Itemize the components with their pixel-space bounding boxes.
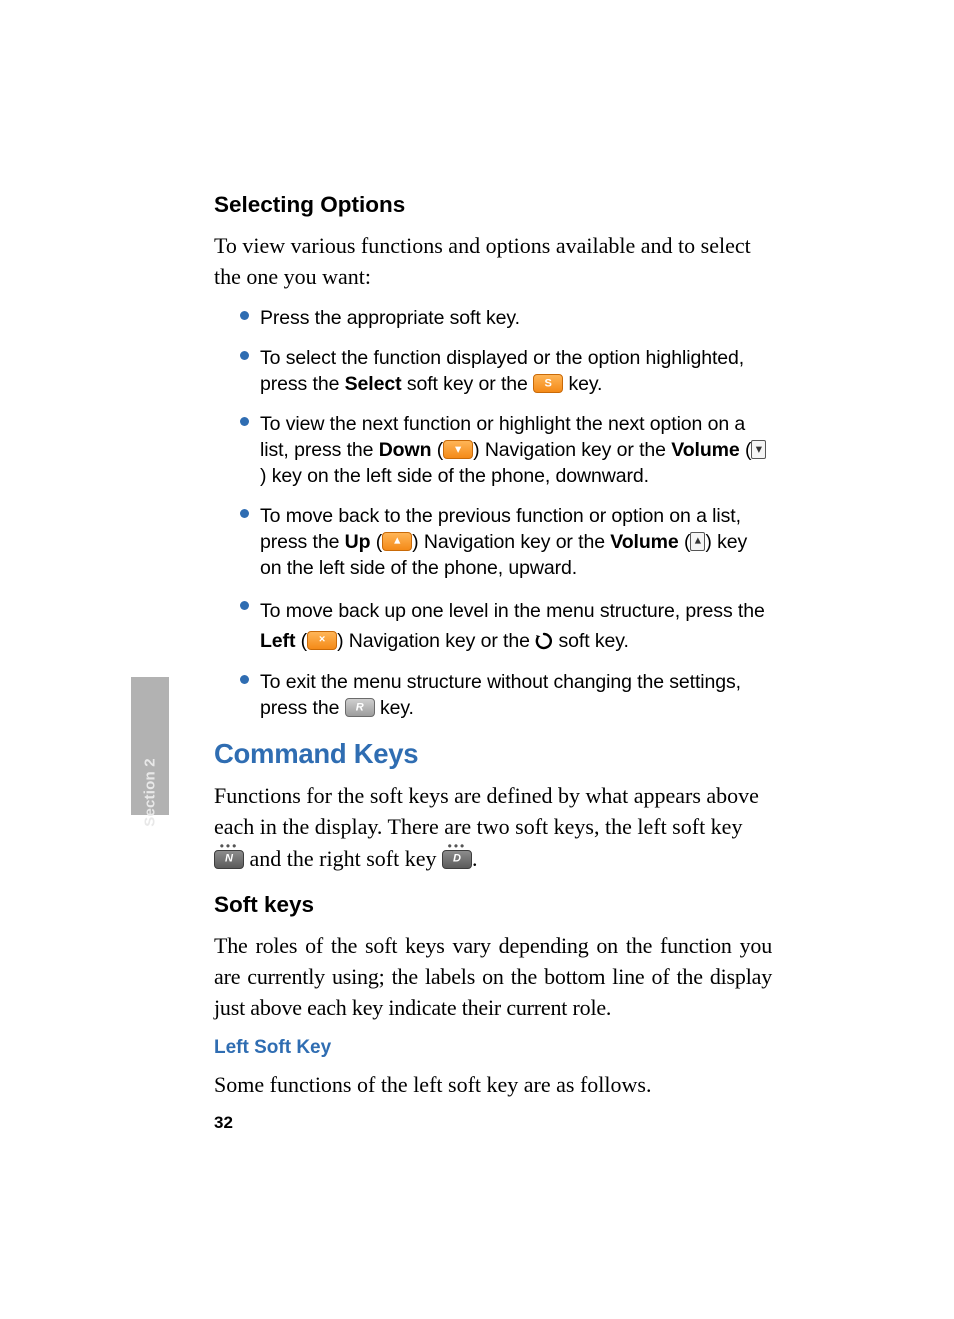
selecting-options-intro: To view various functions and options av… xyxy=(214,230,772,292)
command-keys-paragraph: Functions for the soft keys are defined … xyxy=(214,780,772,874)
heading-soft-keys: Soft keys xyxy=(214,892,772,918)
list-item: To move back up one level in the menu st… xyxy=(260,596,772,656)
bold-select: Select xyxy=(345,373,402,395)
select-key-icon: S xyxy=(533,374,563,393)
bullet-icon xyxy=(240,601,249,610)
heading-command-keys: Command Keys xyxy=(214,738,772,770)
bullet-text: key. xyxy=(375,697,414,719)
left-soft-key-icon: •••N xyxy=(214,844,244,866)
bullet-text: ( xyxy=(295,630,307,652)
bold-left: Left xyxy=(260,630,295,652)
nav-down-key-icon: ▾ xyxy=(443,440,473,459)
selecting-options-list: Press the appropriate soft key. To selec… xyxy=(214,306,772,722)
bullet-text: soft key or the xyxy=(402,373,534,395)
bullet-text: To exit the menu structure without chang… xyxy=(260,671,741,719)
list-item: Press the appropriate soft key. xyxy=(260,306,772,332)
bullet-text: ( xyxy=(370,531,382,553)
bullet-icon xyxy=(240,311,249,320)
bullet-text: ( xyxy=(679,531,691,553)
key-glyph: × xyxy=(319,635,325,646)
key-glyph: ▾ xyxy=(455,444,460,455)
soft-keys-paragraph: The roles of the soft keys vary dependin… xyxy=(214,930,772,1024)
key-glyph: S xyxy=(545,378,552,389)
back-soft-key-icon xyxy=(535,629,553,647)
page-number: 32 xyxy=(214,1113,233,1133)
bullet-icon xyxy=(240,351,249,360)
section-tab: Section 2 xyxy=(131,677,169,815)
bold-up: Up xyxy=(345,531,371,553)
nav-up-key-icon: ▴ xyxy=(382,532,412,551)
heading-left-soft-key: Left Soft Key xyxy=(214,1037,772,1059)
bold-volume: Volume xyxy=(671,439,739,461)
list-item: To exit the menu structure without chang… xyxy=(260,670,772,722)
key-glyph: ▾ xyxy=(756,444,761,455)
list-item: To select the function displayed or the … xyxy=(260,346,772,398)
section-tab-label: Section 2 xyxy=(142,758,159,827)
volume-up-key-icon: ▴ xyxy=(690,532,705,551)
left-soft-key-paragraph: Some functions of the left soft key are … xyxy=(214,1069,772,1100)
bullet-text: key. xyxy=(563,373,602,395)
bullet-text: ( xyxy=(740,439,752,461)
key-glyph: ▴ xyxy=(394,536,399,547)
bullet-icon xyxy=(240,417,249,426)
key-glyph: R xyxy=(356,702,364,713)
list-item: To view the next function or highlight t… xyxy=(260,412,772,490)
key-glyph: N xyxy=(225,853,233,864)
bullet-text: Press the appropriate soft key. xyxy=(260,307,520,329)
page-content: Selecting Options To view various functi… xyxy=(214,192,772,1115)
key-glyph: D xyxy=(453,853,461,864)
heading-selecting-options: Selecting Options xyxy=(214,192,772,218)
bullet-text: ) Navigation key or the xyxy=(412,531,610,553)
volume-down-key-icon: ▾ xyxy=(751,440,766,459)
bullet-icon xyxy=(240,509,249,518)
bullet-text: ( xyxy=(431,439,443,461)
bullet-text: soft key. xyxy=(553,630,629,652)
bullet-text: ) key on the left side of the phone, dow… xyxy=(260,465,649,487)
nav-left-key-icon: × xyxy=(307,631,337,650)
para-text: Functions for the soft keys are defined … xyxy=(214,783,759,839)
bullet-text: To move back up one level in the menu st… xyxy=(260,600,765,622)
bullet-text: ) Navigation key or the xyxy=(337,630,535,652)
bullet-icon xyxy=(240,675,249,684)
para-text: and the right soft key xyxy=(244,846,442,871)
key-glyph: ▴ xyxy=(695,536,700,547)
list-item: To move back to the previous function or… xyxy=(260,504,772,582)
bullet-text: ) Navigation key or the xyxy=(473,439,671,461)
right-soft-key-icon: •••D xyxy=(442,844,472,866)
exit-key-icon: R xyxy=(345,698,375,717)
bold-volume: Volume xyxy=(610,531,678,553)
para-text: . xyxy=(472,846,478,871)
bold-down: Down xyxy=(379,439,432,461)
